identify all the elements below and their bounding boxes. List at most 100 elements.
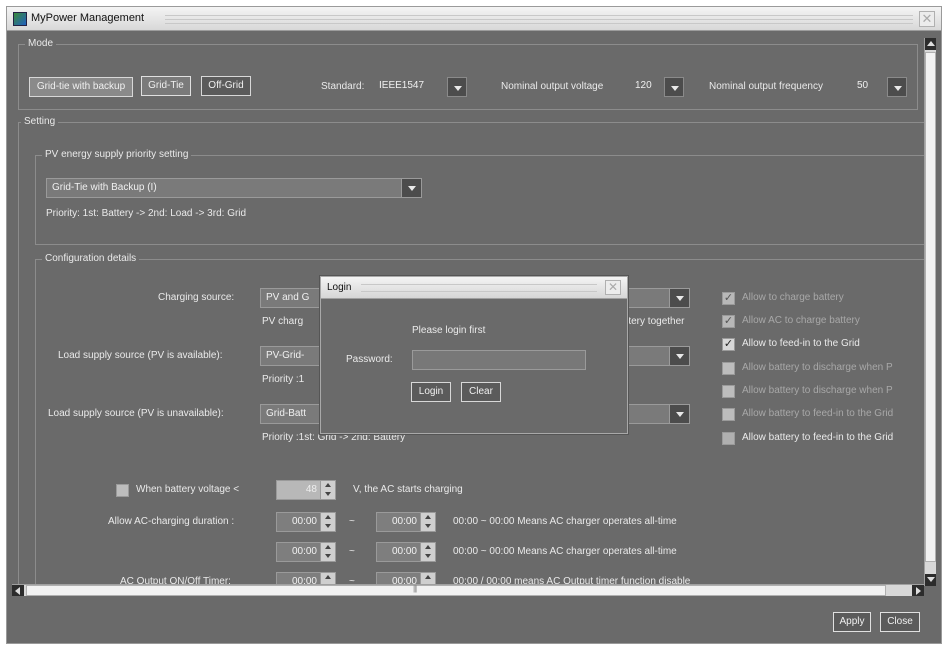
allow-battery-feed-in-1-checkbox[interactable] bbox=[722, 408, 735, 421]
vertical-scrollbar[interactable] bbox=[924, 38, 936, 586]
ac-duration-2-end-value: 00:00 bbox=[391, 546, 417, 557]
spinner-down-icon[interactable] bbox=[420, 552, 435, 561]
login-title: Login bbox=[327, 282, 352, 293]
ac-duration-2-end-spinner[interactable]: 00:00 bbox=[376, 542, 436, 562]
app-icon bbox=[13, 12, 27, 26]
scroll-down-arrow-icon[interactable] bbox=[925, 574, 936, 586]
ac-duration-2-start-spinner[interactable]: 00:00 bbox=[276, 542, 336, 562]
standard-value: IEEE1547 bbox=[379, 80, 425, 91]
charging-note-right: attery together bbox=[620, 316, 685, 327]
allow-ac-charge-label: Allow AC to charge battery bbox=[742, 315, 860, 326]
apply-button[interactable]: Apply bbox=[833, 612, 871, 632]
allow-battery-feed-in-2-label: Allow battery to feed-in to the Grid bbox=[742, 432, 894, 443]
allow-feed-in-label: Allow to feed-in to the Grid bbox=[742, 338, 860, 349]
allow-battery-feed-in-1-label: Allow battery to feed-in to the Grid bbox=[742, 408, 894, 419]
battery-voltage-spinner[interactable]: 48 bbox=[276, 480, 336, 500]
frequency-label: Nominal output frequency bbox=[709, 81, 823, 92]
login-message: Please login first bbox=[412, 325, 486, 336]
login-title-bar[interactable]: Login ✕ bbox=[321, 277, 627, 299]
scroll-right-arrow-icon[interactable] bbox=[912, 585, 924, 596]
load-nopv-label: Load supply source (PV is unavailable): bbox=[48, 408, 224, 419]
voltage-value: 120 bbox=[635, 80, 652, 91]
scroll-up-arrow-icon[interactable] bbox=[925, 38, 936, 50]
window-title: MyPower Management bbox=[31, 12, 145, 24]
mode-off-grid-button[interactable]: Off-Grid bbox=[201, 76, 251, 96]
pv-priority-legend: PV energy supply priority setting bbox=[42, 149, 192, 160]
standard-dropdown-arrow-icon[interactable] bbox=[447, 77, 467, 97]
load-pv-value: PV-Grid- bbox=[266, 350, 305, 361]
config-legend: Configuration details bbox=[42, 253, 140, 264]
frequency-select[interactable]: 50 bbox=[852, 77, 886, 97]
pv-priority-value: Grid-Tie with Backup (I) bbox=[52, 182, 157, 193]
login-button[interactable]: Login bbox=[411, 382, 451, 402]
spinner-up-icon[interactable] bbox=[320, 543, 335, 552]
allow-feed-in-checkbox[interactable]: ✓ bbox=[722, 338, 735, 351]
ac-duration-2-sep: ~ bbox=[349, 546, 355, 557]
frequency-value: 50 bbox=[857, 80, 869, 91]
allow-battery-feed-in-2-checkbox[interactable] bbox=[722, 432, 735, 445]
title-bar-grip bbox=[165, 15, 913, 24]
battery-voltage-suffix: V, the AC starts charging bbox=[353, 484, 463, 495]
ac-duration-label: Allow AC-charging duration : bbox=[108, 516, 235, 527]
battery-voltage-label: When battery voltage < bbox=[136, 484, 240, 495]
password-label: Password: bbox=[346, 354, 393, 365]
spinner-up-icon[interactable] bbox=[420, 543, 435, 552]
load-nopv-dropdown-arrow-icon[interactable] bbox=[669, 405, 689, 423]
ac-duration-1-note: 00:00 ~ 00:00 Means AC charger operates … bbox=[453, 516, 677, 527]
pv-priority-select[interactable]: Grid-Tie with Backup (I) bbox=[46, 178, 422, 198]
mode-grid-tie-button[interactable]: Grid-Tie bbox=[141, 76, 191, 96]
clear-button[interactable]: Clear bbox=[461, 382, 501, 402]
ac-duration-1-start-spinner[interactable]: 00:00 bbox=[276, 512, 336, 532]
standard-label: Standard: bbox=[321, 81, 365, 92]
charging-note-left: PV charg bbox=[262, 316, 304, 327]
charging-source-value: PV and G bbox=[266, 292, 310, 303]
standard-select[interactable]: IEEE1547 bbox=[374, 77, 448, 97]
spinner-up-icon[interactable] bbox=[320, 573, 335, 582]
voltage-select[interactable]: 120 bbox=[630, 77, 664, 97]
horizontal-scrollbar[interactable] bbox=[12, 584, 924, 596]
vertical-scroll-thumb[interactable] bbox=[925, 52, 936, 562]
allow-discharge-1-checkbox[interactable] bbox=[722, 362, 735, 375]
load-pv-priority: Priority :1 bbox=[262, 374, 305, 385]
allow-ac-charge-checkbox[interactable]: ✓ bbox=[722, 315, 735, 328]
spinner-up-icon[interactable] bbox=[320, 481, 335, 490]
pv-priority-dropdown-arrow-icon[interactable] bbox=[401, 179, 421, 197]
horizontal-scroll-thumb[interactable] bbox=[26, 584, 886, 596]
frequency-dropdown-arrow-icon[interactable] bbox=[887, 77, 907, 97]
voltage-label: Nominal output voltage bbox=[501, 81, 604, 92]
load-nopv-value: Grid-Batt bbox=[266, 408, 307, 419]
scroll-left-arrow-icon[interactable] bbox=[12, 585, 24, 596]
allow-discharge-2-label: Allow battery to discharge when P bbox=[742, 385, 893, 396]
allow-charge-battery-label: Allow to charge battery bbox=[742, 292, 844, 303]
spinner-up-icon[interactable] bbox=[420, 573, 435, 582]
charging-dropdown-arrow-icon[interactable] bbox=[669, 289, 689, 307]
load-pv-dropdown-arrow-icon[interactable] bbox=[669, 347, 689, 365]
mode-legend: Mode bbox=[25, 38, 57, 49]
battery-voltage-checkbox[interactable] bbox=[116, 484, 129, 497]
ac-duration-1-end-value: 00:00 bbox=[391, 516, 417, 527]
login-dialog: Login ✕ Please login first Password: Log… bbox=[320, 276, 628, 434]
spinner-up-icon[interactable] bbox=[320, 513, 335, 522]
allow-charge-battery-checkbox[interactable]: ✓ bbox=[722, 292, 735, 305]
ac-duration-1-end-spinner[interactable]: 00:00 bbox=[376, 512, 436, 532]
battery-voltage-value: 48 bbox=[305, 484, 317, 495]
spinner-down-icon[interactable] bbox=[320, 552, 335, 561]
ac-duration-2-note: 00:00 ~ 00:00 Means AC charger operates … bbox=[453, 546, 677, 557]
ac-duration-1-sep: ~ bbox=[349, 516, 355, 527]
allow-discharge-1-label: Allow battery to discharge when P bbox=[742, 362, 893, 373]
spinner-down-icon[interactable] bbox=[320, 522, 335, 531]
voltage-dropdown-arrow-icon[interactable] bbox=[664, 77, 684, 97]
close-icon[interactable]: ✕ bbox=[919, 11, 935, 27]
allow-discharge-2-checkbox[interactable] bbox=[722, 385, 735, 398]
login-close-icon[interactable]: ✕ bbox=[605, 280, 621, 295]
mode-grid-tie-backup-button[interactable]: Grid-tie with backup bbox=[29, 77, 133, 97]
spinner-down-icon[interactable] bbox=[420, 522, 435, 531]
load-pv-label: Load supply source (PV is available): bbox=[58, 350, 223, 361]
setting-legend: Setting bbox=[21, 116, 59, 127]
title-bar[interactable]: MyPower Management ✕ bbox=[7, 7, 941, 31]
close-button[interactable]: Close bbox=[880, 612, 920, 632]
spinner-down-icon[interactable] bbox=[320, 490, 335, 499]
pv-priority-group: PV energy supply priority setting Grid-T… bbox=[35, 149, 924, 245]
spinner-up-icon[interactable] bbox=[420, 513, 435, 522]
password-input[interactable] bbox=[412, 350, 586, 370]
